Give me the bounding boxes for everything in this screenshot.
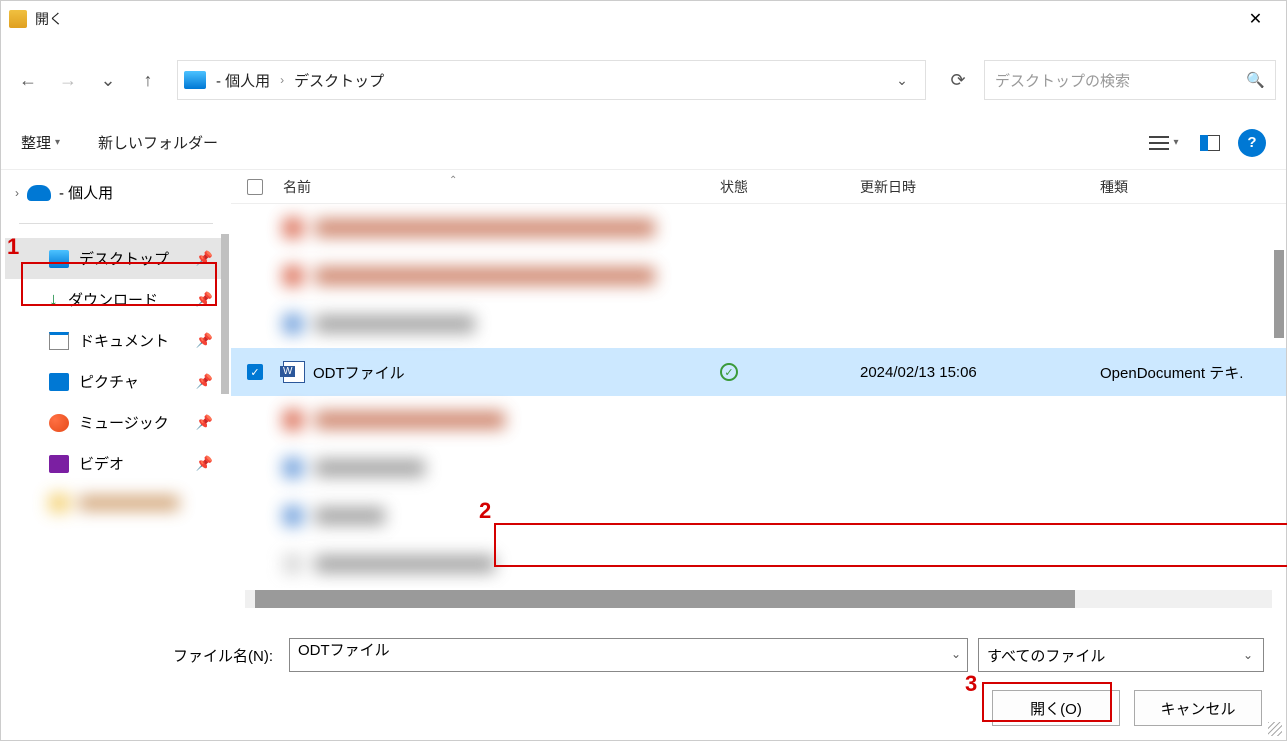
file-date: 2024/02/13 15:06 bbox=[860, 364, 1100, 381]
document-icon bbox=[49, 332, 69, 350]
table-row[interactable] bbox=[231, 540, 1286, 588]
sidebar-item-label: ミュージック bbox=[79, 412, 169, 433]
chevron-down-icon: ▾ bbox=[1173, 137, 1178, 148]
pin-icon: 📌 bbox=[196, 250, 213, 267]
sidebar-item-label: デスクトップ bbox=[79, 248, 169, 269]
table-row[interactable] bbox=[231, 396, 1286, 444]
breadcrumb-separator-icon: › bbox=[280, 73, 284, 87]
annotation-2: 2 bbox=[479, 498, 491, 524]
search-input[interactable]: デスクトップの検索 🔍 bbox=[984, 60, 1276, 100]
sidebar-divider bbox=[19, 223, 213, 224]
footer: ファイル名(N): ODTファイル ⌄ すべてのファイル ⌄ 3 開く(O) キ… bbox=[1, 610, 1286, 738]
annotation-1: 1 bbox=[7, 234, 19, 260]
chevron-down-icon: ▾ bbox=[55, 137, 60, 148]
refresh-button[interactable]: ⟳ bbox=[938, 60, 978, 100]
annotation-3: 3 bbox=[965, 671, 977, 697]
address-bar[interactable]: - 個人用 › デスクトップ ⌄ bbox=[177, 60, 926, 100]
chevron-down-icon[interactable]: ⌄ bbox=[951, 647, 961, 661]
picture-icon bbox=[49, 373, 69, 391]
file-name: ODTファイル bbox=[313, 362, 405, 383]
file-list: 名前 ⌃ 状態 更新日時 種類 bbox=[231, 170, 1286, 610]
navigation-sidebar: › - 個人用 1 デスクトップ 📌 ↓ ダウンロード 📌 ドキュメント 📌 ピ… bbox=[1, 170, 231, 610]
sort-indicator-icon: ⌃ bbox=[449, 175, 457, 186]
filename-input[interactable]: ODTファイル ⌄ bbox=[289, 638, 968, 672]
location-icon bbox=[184, 71, 206, 89]
table-row[interactable] bbox=[231, 444, 1286, 492]
address-dropdown-button[interactable]: ⌄ bbox=[885, 63, 919, 97]
organize-menu[interactable]: 整理 ▾ bbox=[21, 132, 60, 153]
pin-icon: 📌 bbox=[196, 373, 213, 390]
preview-pane-button[interactable] bbox=[1192, 125, 1228, 161]
table-row[interactable] bbox=[231, 252, 1286, 300]
search-placeholder: デスクトップの検索 bbox=[995, 70, 1130, 91]
sidebar-item-label: ビデオ bbox=[79, 453, 124, 474]
resize-grip[interactable] bbox=[1268, 722, 1282, 736]
column-header-date[interactable]: 更新日時 bbox=[860, 177, 1100, 197]
select-all-checkbox[interactable] bbox=[231, 179, 279, 195]
table-row[interactable] bbox=[231, 204, 1286, 252]
sidebar-item-desktop[interactable]: デスクトップ 📌 bbox=[5, 238, 227, 279]
main-area: › - 個人用 1 デスクトップ 📌 ↓ ダウンロード 📌 ドキュメント 📌 ピ… bbox=[1, 170, 1286, 610]
forward-button[interactable]: → bbox=[51, 63, 85, 97]
sidebar-item-music[interactable]: ミュージック 📌 bbox=[5, 402, 227, 443]
video-icon bbox=[49, 455, 69, 473]
horizontal-scrollbar[interactable] bbox=[245, 590, 1272, 608]
cancel-button[interactable]: キャンセル bbox=[1134, 690, 1262, 726]
column-header-type[interactable]: 種類 bbox=[1100, 177, 1286, 197]
odt-file-icon bbox=[283, 361, 305, 383]
pin-icon: 📌 bbox=[196, 455, 213, 472]
pin-icon: 📌 bbox=[196, 291, 213, 308]
column-header-state[interactable]: 状態 bbox=[720, 177, 860, 197]
up-button[interactable]: ↑ bbox=[131, 63, 165, 97]
chevron-down-icon: ⌄ bbox=[1243, 648, 1253, 662]
sidebar-item-label: ダウンロード bbox=[68, 289, 158, 310]
app-icon bbox=[9, 10, 27, 28]
column-header-row: 名前 ⌃ 状態 更新日時 種類 bbox=[231, 170, 1286, 204]
sidebar-item-documents[interactable]: ドキュメント 📌 bbox=[5, 320, 227, 361]
file-type-filter[interactable]: すべてのファイル ⌄ bbox=[978, 638, 1264, 672]
breadcrumb[interactable]: - 個人用 › デスクトップ bbox=[216, 70, 384, 91]
sidebar-item-label: ピクチャ bbox=[79, 371, 139, 392]
filename-label: ファイル名(N): bbox=[23, 645, 279, 666]
vertical-scrollbar[interactable] bbox=[1274, 250, 1284, 338]
sidebar-scrollbar[interactable] bbox=[221, 234, 229, 394]
breadcrumb-location[interactable]: デスクトップ bbox=[294, 70, 384, 91]
new-folder-button[interactable]: 新しいフォルダー bbox=[98, 132, 218, 153]
search-icon: 🔍 bbox=[1246, 71, 1265, 89]
sidebar-item-videos[interactable]: ビデオ 📌 bbox=[5, 443, 227, 484]
view-menu-button[interactable]: ▾ bbox=[1146, 125, 1182, 161]
table-row[interactable] bbox=[231, 300, 1286, 348]
help-button[interactable]: ? bbox=[1238, 129, 1266, 157]
back-button[interactable]: ← bbox=[11, 63, 45, 97]
desktop-icon bbox=[49, 250, 69, 268]
window-title: 開く bbox=[35, 9, 1233, 29]
pin-icon: 📌 bbox=[196, 414, 213, 431]
column-header-name[interactable]: 名前 ⌃ bbox=[279, 177, 720, 197]
breadcrumb-user[interactable]: - 個人用 bbox=[216, 70, 270, 91]
close-button[interactable]: ✕ bbox=[1233, 4, 1278, 34]
nav-row: ← → ⌄ ↑ - 個人用 › デスクトップ ⌄ ⟳ デスクトップの検索 🔍 bbox=[1, 56, 1286, 104]
folder-icon bbox=[49, 494, 69, 512]
download-icon: ↓ bbox=[49, 289, 58, 310]
music-icon bbox=[49, 414, 69, 432]
sidebar-top-label: - 個人用 bbox=[59, 182, 113, 203]
toolbar: 整理 ▾ 新しいフォルダー ▾ ? bbox=[1, 116, 1286, 170]
pin-icon: 📌 bbox=[196, 332, 213, 349]
recent-locations-button[interactable]: ⌄ bbox=[91, 63, 125, 97]
table-row[interactable] bbox=[231, 492, 1286, 540]
sidebar-item-redacted[interactable] bbox=[5, 484, 227, 522]
open-button[interactable]: 開く(O) bbox=[992, 690, 1120, 726]
file-type: OpenDocument テキ. bbox=[1100, 362, 1286, 383]
status-synced-icon: ✓ bbox=[720, 363, 738, 381]
sidebar-item-label: ドキュメント bbox=[79, 330, 169, 351]
table-row-selected[interactable]: ✓ ODTファイル ✓ 2024/02/13 15:06 OpenDocumen… bbox=[231, 348, 1286, 396]
titlebar: 開く ✕ bbox=[1, 1, 1286, 36]
chevron-right-icon: › bbox=[15, 186, 19, 200]
cloud-icon bbox=[27, 185, 51, 201]
row-checkbox[interactable]: ✓ bbox=[247, 364, 263, 380]
sidebar-item-downloads[interactable]: ↓ ダウンロード 📌 bbox=[5, 279, 227, 320]
sidebar-item-pictures[interactable]: ピクチャ 📌 bbox=[5, 361, 227, 402]
sidebar-top-item[interactable]: › - 個人用 bbox=[5, 176, 227, 209]
